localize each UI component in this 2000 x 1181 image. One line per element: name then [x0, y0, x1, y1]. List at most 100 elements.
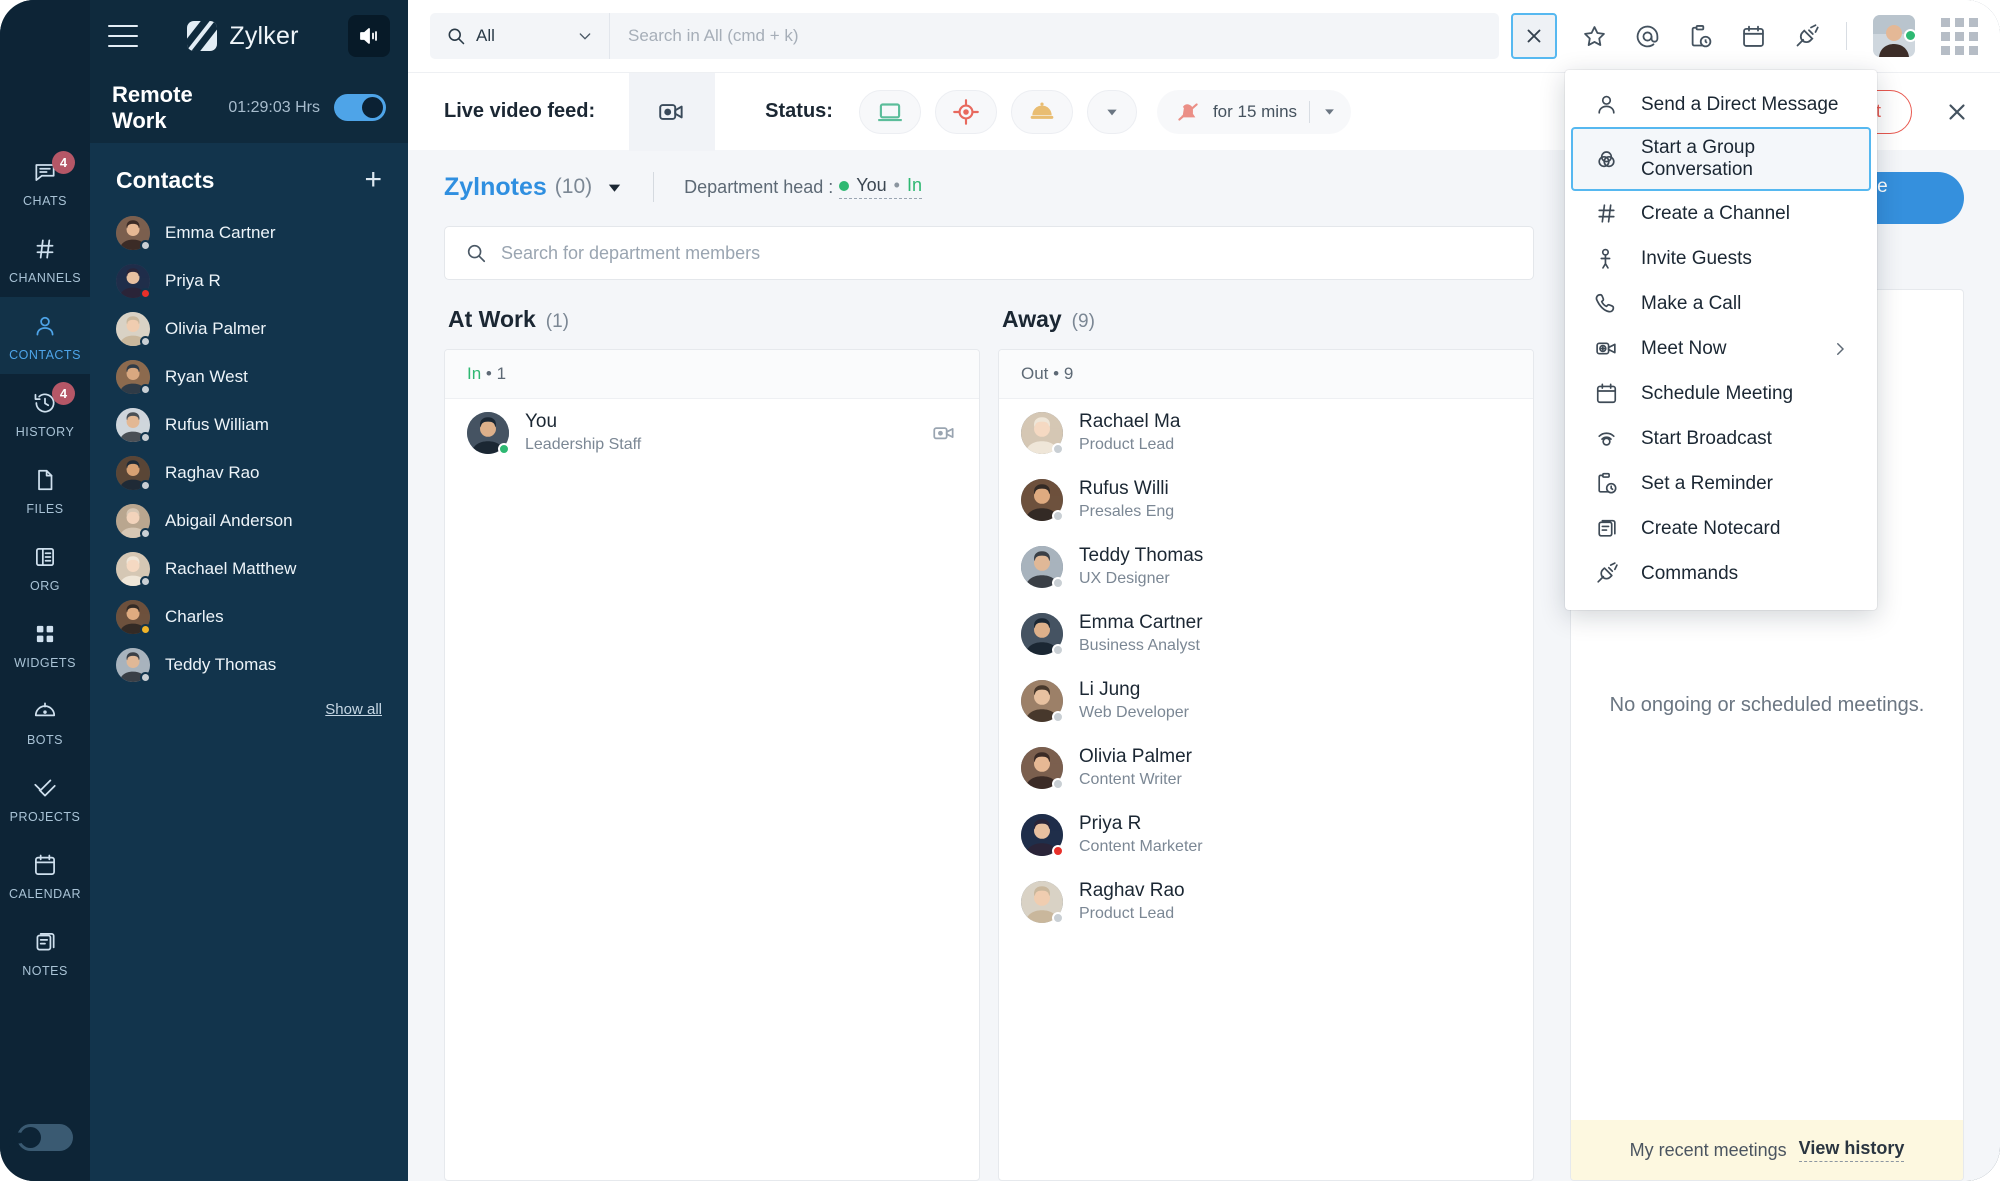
- rail-item-label: ORG: [30, 579, 60, 593]
- avatar: [116, 312, 151, 347]
- rail-item-org[interactable]: ORG: [0, 528, 90, 605]
- member-row[interactable]: Olivia Palmer Content Writer: [999, 734, 1533, 801]
- hamburger-icon[interactable]: [108, 25, 138, 47]
- menu-item-create-a-channel[interactable]: Create a Channel: [1571, 191, 1871, 236]
- laptop-status-icon[interactable]: [858, 89, 921, 134]
- menu-item-commands[interactable]: Commands: [1571, 551, 1871, 596]
- rail-item-history[interactable]: 4 HISTORY: [0, 374, 90, 451]
- avatar[interactable]: [1873, 15, 1917, 57]
- divider: [1309, 100, 1311, 123]
- mute-duration-button[interactable]: for 15 mins: [1156, 89, 1352, 134]
- contact-list-item[interactable]: Emma Cartner: [90, 209, 408, 257]
- column-sub-separator: •: [485, 364, 497, 383]
- widgets-icon: [30, 619, 60, 649]
- calendar-icon[interactable]: [1740, 23, 1767, 50]
- member-role: Web Developer: [1079, 704, 1189, 721]
- contact-list-item[interactable]: Olivia Palmer: [90, 305, 408, 353]
- rail-item-channels[interactable]: CHANNELS: [0, 220, 90, 297]
- search-scope-select[interactable]: All: [430, 13, 610, 59]
- rail-item-files[interactable]: FILES: [0, 451, 90, 528]
- presence-dot: [1052, 576, 1064, 589]
- department-name[interactable]: Zylnotes: [444, 173, 547, 202]
- chevron-down-icon: [1325, 109, 1334, 115]
- presence-dot: [140, 480, 151, 491]
- member-row[interactable]: Teddy Thomas UX Designer: [999, 533, 1533, 600]
- menu-item-invite-guests[interactable]: Invite Guests: [1571, 236, 1871, 281]
- menu-item-set-a-reminder[interactable]: Set a Reminder: [1571, 461, 1871, 506]
- menu-item-label: Send a Direct Message: [1641, 93, 1839, 115]
- member-row[interactable]: Emma Cartner Business Analyst: [999, 600, 1533, 667]
- food-status-icon[interactable]: [1010, 89, 1073, 134]
- sun-toggle-icon[interactable]: [6, 1124, 73, 1151]
- member-row[interactable]: Rufus Willi Presales Eng: [999, 466, 1533, 533]
- rail-item-contacts[interactable]: CONTACTS: [0, 297, 90, 374]
- contact-list-item[interactable]: Ryan West: [90, 353, 408, 401]
- plus-icon[interactable]: +: [364, 165, 382, 195]
- contact-list-item[interactable]: Teddy Thomas: [90, 641, 408, 689]
- member-row[interactable]: Raghav Rao Product Lead: [999, 868, 1533, 935]
- presence-dot: [140, 624, 151, 635]
- department-head-value[interactable]: You • In: [839, 175, 922, 199]
- status-caret-icon[interactable]: [1086, 89, 1137, 134]
- rail-item-notes[interactable]: NOTES: [0, 913, 90, 990]
- avatar: [1021, 746, 1064, 790]
- contact-name: Priya R: [165, 271, 221, 290]
- close-panel-button[interactable]: [1938, 93, 1976, 131]
- plug-icon[interactable]: [1793, 23, 1820, 50]
- org-icon: [30, 542, 60, 572]
- search-input[interactable]: Search in All (cmd + k): [610, 26, 1499, 46]
- target-status-icon[interactable]: [934, 89, 997, 134]
- calendar-icon: [1593, 381, 1619, 406]
- contact-list-item[interactable]: Raghav Rao: [90, 449, 408, 497]
- show-all-link[interactable]: Show all: [90, 689, 408, 718]
- menu-item-make-a-call[interactable]: Make a Call: [1571, 281, 1871, 326]
- workspace-title: Remote Work: [112, 81, 193, 133]
- member-info: Rachael Ma Product Lead: [1079, 411, 1511, 454]
- member-search-field[interactable]: Search for department members: [444, 226, 1534, 280]
- mention-icon[interactable]: [1634, 23, 1661, 50]
- chevron-down-icon[interactable]: [606, 179, 623, 196]
- menu-item-label: Commands: [1641, 562, 1739, 584]
- member-row[interactable]: Priya R Content Marketer: [999, 801, 1533, 868]
- contact-list-item[interactable]: Charles: [90, 593, 408, 641]
- rail-item-projects[interactable]: PROJECTS: [0, 759, 90, 836]
- member-row[interactable]: Li Jung Web Developer: [999, 667, 1533, 734]
- meetings-footer: My recent meetings View history: [1571, 1120, 1963, 1180]
- menu-item-start-broadcast[interactable]: Start Broadcast: [1571, 416, 1871, 461]
- contact-list-item[interactable]: Rachael Matthew: [90, 545, 408, 593]
- contact-list-item[interactable]: Priya R: [90, 257, 408, 305]
- toggle-knob: [362, 97, 383, 118]
- menu-item-create-notecard[interactable]: Create Notecard: [1571, 506, 1871, 551]
- apps-grid-icon[interactable]: [1941, 17, 1978, 55]
- video-camera-icon[interactable]: [931, 420, 957, 446]
- member-name: Rachael Ma: [1079, 411, 1181, 432]
- video-camera-icon[interactable]: [629, 72, 716, 151]
- avatar: [1021, 478, 1064, 522]
- rail-item-calendar[interactable]: CALENDAR: [0, 836, 90, 913]
- workspace-status-bar: Remote Work 01:29:03 Hrs: [90, 72, 408, 143]
- star-icon[interactable]: [1581, 23, 1608, 50]
- rail-item-chats[interactable]: 4 CHATS: [0, 143, 90, 220]
- contact-list-item[interactable]: Rufus William: [90, 401, 408, 449]
- member-role: Product Lead: [1079, 905, 1175, 922]
- menu-item-send-a-direct-message[interactable]: Send a Direct Message: [1571, 82, 1871, 127]
- presence-dot: [140, 240, 151, 251]
- close-search-button[interactable]: [1511, 13, 1557, 59]
- close-icon: [1527, 29, 1541, 43]
- rail-item-widgets[interactable]: WIDGETS: [0, 605, 90, 682]
- rail-item-bots[interactable]: BOTS: [0, 682, 90, 759]
- avatar: [1021, 813, 1064, 857]
- brand-bar: Zylker: [90, 0, 408, 72]
- member-row[interactable]: You Leadership Staff: [445, 399, 979, 466]
- workspace-toggle[interactable]: [334, 94, 386, 121]
- department-pane: Zylnotes (10) Department head : You • In: [408, 150, 1570, 1181]
- menu-item-start-a-group-conversation[interactable]: Start a Group Conversation: [1571, 127, 1871, 191]
- speaker-icon[interactable]: [348, 15, 390, 57]
- member-row[interactable]: Rachael Ma Product Lead: [999, 399, 1533, 466]
- contact-list-item[interactable]: Abigail Anderson: [90, 497, 408, 545]
- menu-item-meet-now[interactable]: Meet Now: [1571, 326, 1871, 371]
- view-history-link[interactable]: View history: [1798, 1138, 1905, 1162]
- reminder-icon[interactable]: [1687, 23, 1714, 50]
- search-bar: All Search in All (cmd + k): [430, 13, 1499, 59]
- menu-item-schedule-meeting[interactable]: Schedule Meeting: [1571, 371, 1871, 416]
